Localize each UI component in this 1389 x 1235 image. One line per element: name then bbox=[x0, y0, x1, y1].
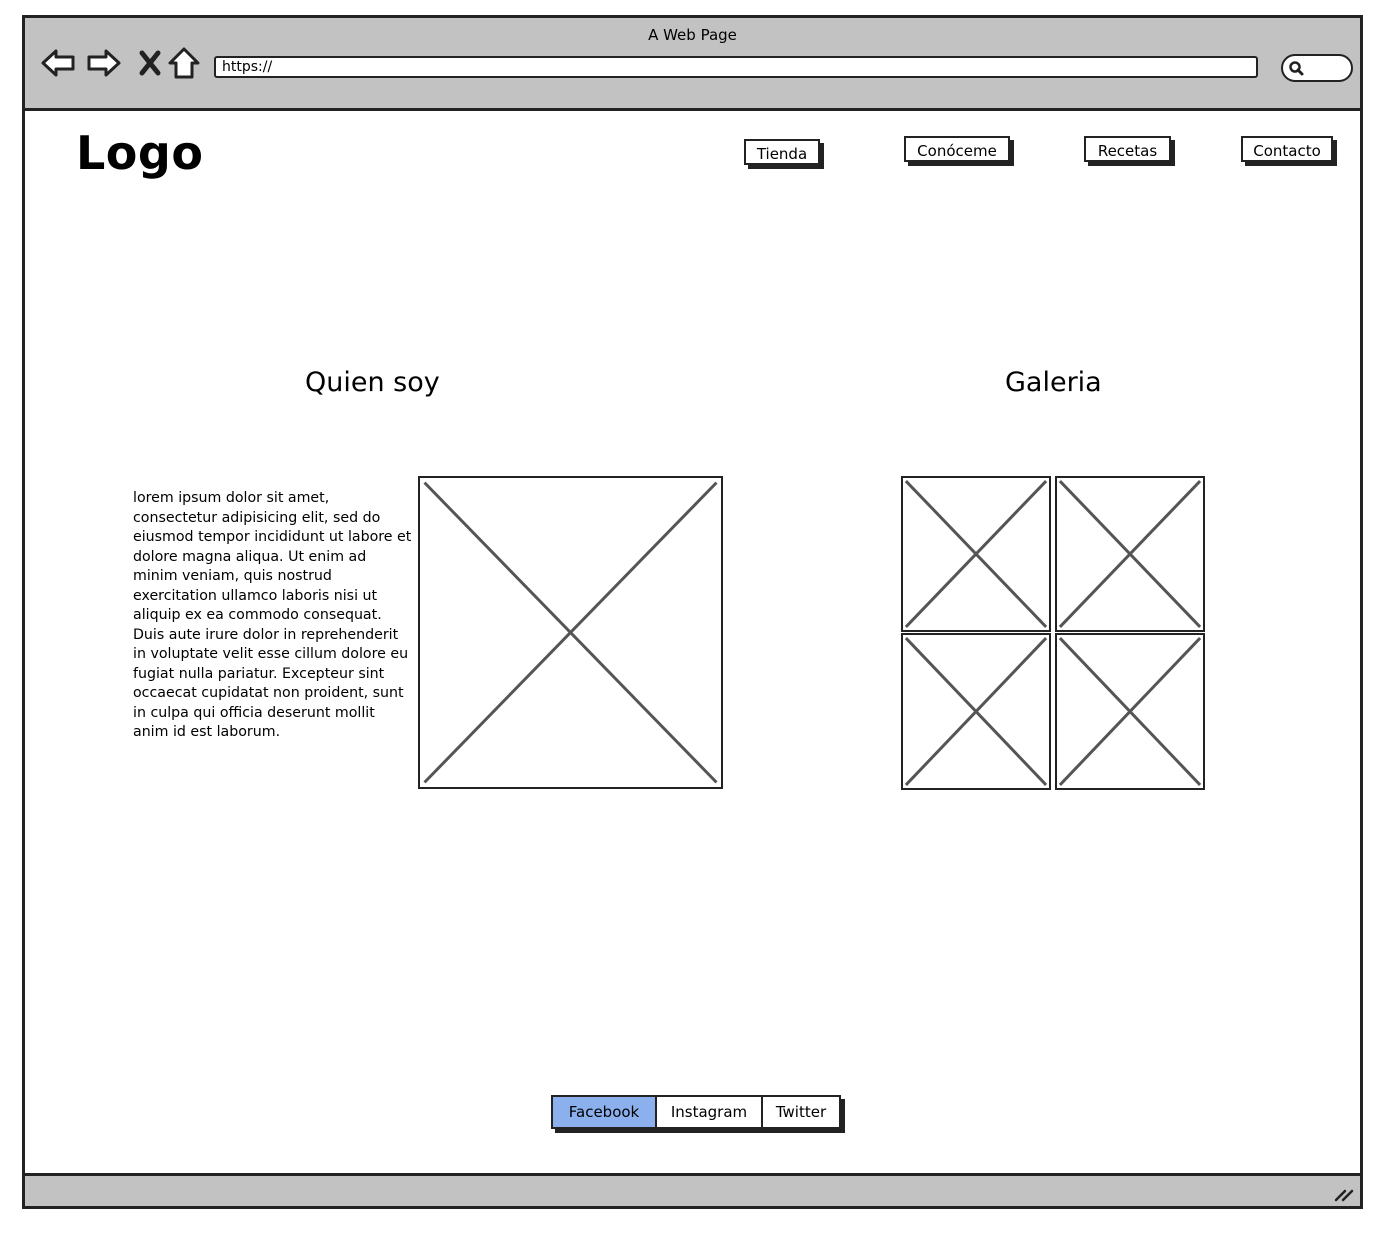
tab-facebook[interactable]: Facebook bbox=[553, 1097, 655, 1127]
gallery-title: Galeria bbox=[1005, 367, 1102, 398]
back-icon[interactable] bbox=[39, 46, 77, 80]
browser-statusbar bbox=[25, 1173, 1360, 1206]
nav-tienda-button[interactable]: Tienda bbox=[744, 139, 820, 165]
browser-titlebar: A Web Page https:// bbox=[25, 18, 1360, 111]
gallery-image-placeholder[interactable] bbox=[1055, 633, 1205, 790]
gallery-image-placeholder[interactable] bbox=[901, 633, 1051, 790]
about-text: lorem ipsum dolor sit amet, consectetur … bbox=[133, 490, 412, 740]
url-bar[interactable]: https:// bbox=[214, 56, 1258, 78]
about-image-placeholder bbox=[418, 476, 723, 789]
home-icon[interactable] bbox=[165, 46, 203, 80]
resize-icon[interactable] bbox=[1332, 1184, 1354, 1202]
close-icon[interactable] bbox=[131, 46, 169, 80]
gallery-image-placeholder[interactable] bbox=[901, 476, 1051, 632]
nav-contacto-button[interactable]: Contacto bbox=[1241, 136, 1333, 162]
window-title: A Web Page bbox=[648, 26, 737, 44]
search-icon bbox=[1289, 61, 1304, 76]
logo[interactable]: Logo bbox=[76, 126, 203, 180]
about-title: Quien soy bbox=[305, 367, 440, 398]
forward-icon[interactable] bbox=[85, 46, 123, 80]
nav-recetas-button[interactable]: Recetas bbox=[1084, 136, 1171, 162]
nav-conoceme-button[interactable]: Conóceme bbox=[904, 136, 1010, 162]
browser-search-box[interactable] bbox=[1281, 54, 1353, 82]
social-tab-bar: Facebook Instagram Twitter bbox=[551, 1095, 841, 1129]
tab-twitter[interactable]: Twitter bbox=[761, 1097, 839, 1127]
browser-window: A Web Page https:// Logo Tienda Conóceme… bbox=[22, 15, 1363, 1209]
gallery-image-placeholder[interactable] bbox=[1055, 476, 1205, 632]
tab-instagram[interactable]: Instagram bbox=[655, 1097, 761, 1127]
